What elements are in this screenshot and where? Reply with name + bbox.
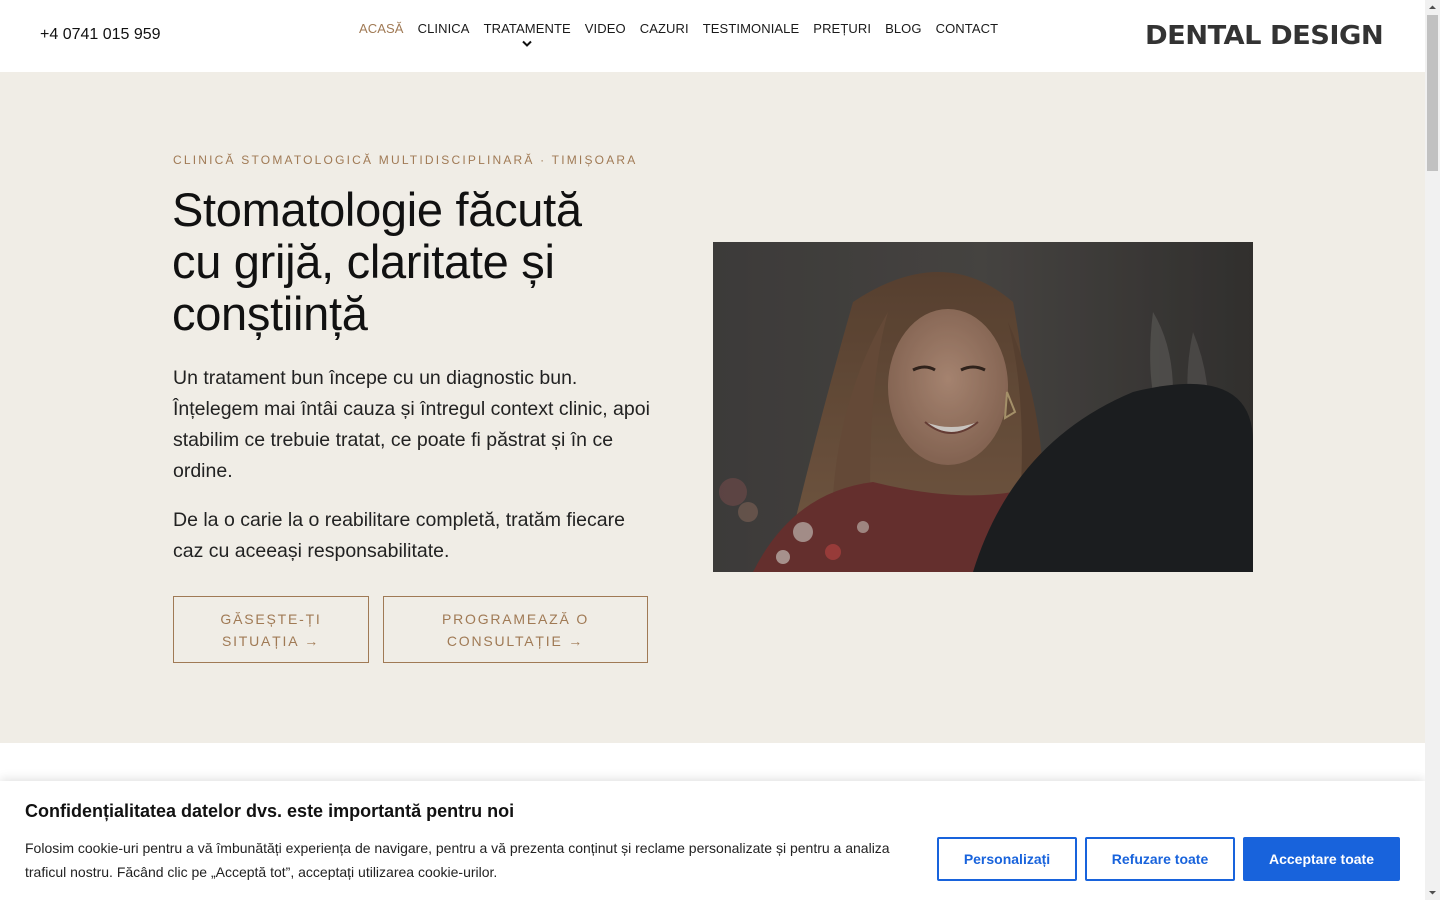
nav-item-preturi[interactable]: PREȚURI [806, 21, 878, 36]
nav-item-tratamente-label: TRATAMENTE [483, 21, 571, 36]
hero-headline: Stomatologie făcută cu grijă, claritate … [172, 183, 582, 340]
cookie-consent-banner: Confidențialitatea datelor dvs. este imp… [0, 781, 1425, 900]
scrollbar-thumb[interactable] [1427, 15, 1438, 171]
page-scrollbar[interactable] [1425, 0, 1440, 900]
hero-section: CLINICĂ STOMATOLOGICĂ MULTIDISCIPLINARĂ … [0, 72, 1425, 743]
nav-item-acasa[interactable]: ACASĂ [352, 21, 411, 36]
nav-item-blog[interactable]: BLOG [878, 21, 929, 36]
hero-paragraph-2: De la o carie la o reabilitare completă,… [173, 509, 625, 562]
nav-item-cazuri[interactable]: CAZURI [633, 21, 696, 36]
nav-item-testimoniale[interactable]: TESTIMONIALE [696, 21, 807, 36]
nav-item-clinica[interactable]: CLINICA [411, 21, 477, 36]
nav-item-video[interactable]: VIDEO [578, 21, 633, 36]
cookie-customize-button[interactable]: Personalizați [937, 837, 1077, 881]
book-consultation-button-label: PROGRAMEAZĂ O CONSULTAȚIE → [441, 610, 590, 649]
hero-paragraph-1: Un tratament bun începe cu un diagnostic… [173, 367, 650, 482]
site-header: +4 0741 015 959 ACASĂ CLINICA TRATAMENTE… [0, 0, 1425, 72]
cookie-accept-button[interactable]: Acceptare toate [1243, 837, 1400, 881]
phone-number-link[interactable]: +4 0741 015 959 [40, 26, 161, 44]
hero-eyebrow: CLINICĂ STOMATOLOGICĂ MULTIDISCIPLINARĂ … [173, 153, 638, 167]
nav-item-tratamente[interactable]: TRATAMENTE [477, 21, 578, 47]
cookie-text: Folosim cookie-uri pentru a vă îmbunătăț… [25, 840, 890, 880]
scroll-down-arrow-icon[interactable] [1425, 885, 1440, 900]
nav-item-contact[interactable]: CONTACT [929, 21, 1006, 36]
main-nav: ACASĂ CLINICA TRATAMENTE VIDEO CAZURI TE… [352, 21, 1006, 47]
chevron-down-icon[interactable] [522, 40, 532, 48]
scroll-up-arrow-icon[interactable] [1425, 0, 1440, 15]
smiling-woman-photo [713, 242, 1253, 572]
book-consultation-button[interactable]: PROGRAMEAZĂ O CONSULTAȚIE → [383, 596, 648, 663]
hero-video-image[interactable] [713, 242, 1253, 572]
cookie-reject-button[interactable]: Refuzare toate [1085, 837, 1235, 881]
find-situation-button-label: GĂSEȘTE-ȚI SITUAȚIA → [220, 610, 322, 649]
find-situation-button[interactable]: GĂSEȘTE-ȚI SITUAȚIA → [173, 596, 369, 663]
cookie-title: Confidențialitatea datelor dvs. este imp… [25, 801, 515, 821]
site-logo[interactable]: DENTAL DESIGN [1145, 21, 1384, 51]
